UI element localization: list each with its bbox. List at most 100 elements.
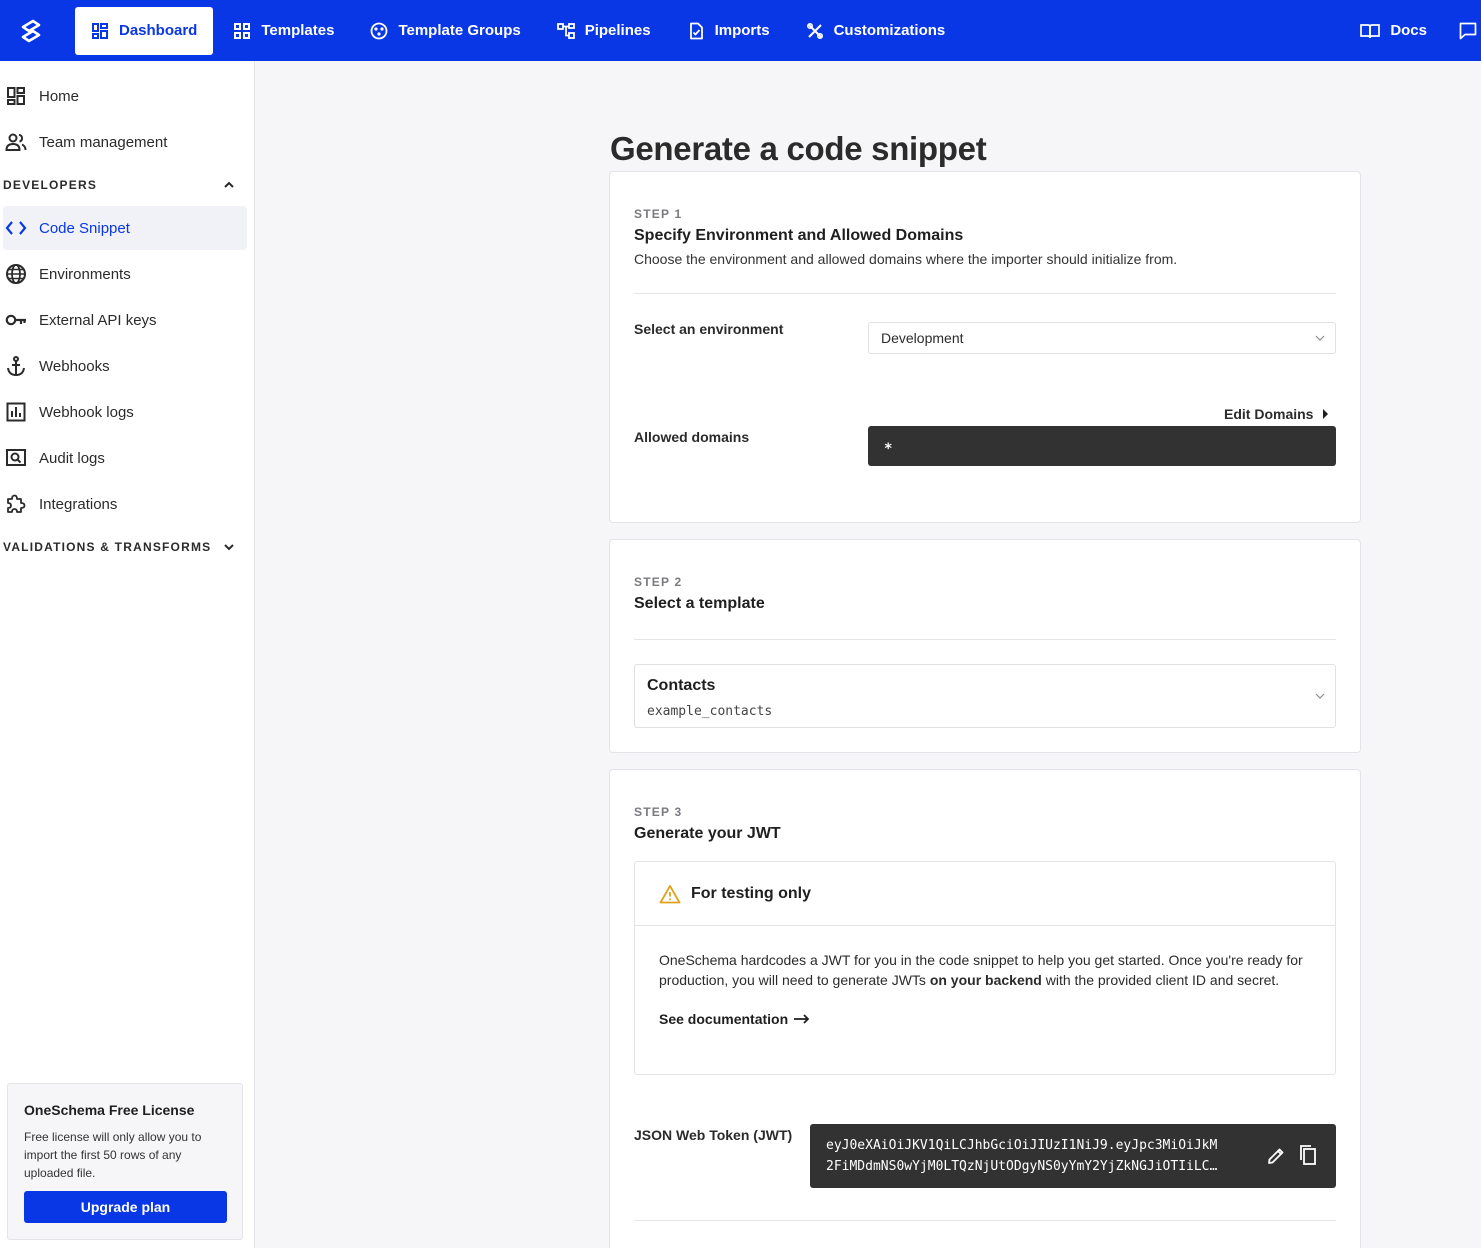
chevron-down-icon	[1315, 693, 1325, 699]
sidebar-item-integrations[interactable]: Integrations	[3, 482, 247, 526]
sidebar-item-environments[interactable]: Environments	[3, 252, 247, 296]
license-title: OneSchema Free License	[24, 1102, 195, 1118]
pipelines-icon	[556, 22, 575, 39]
chevron-down-icon	[224, 544, 234, 551]
template-key: example_contacts	[647, 704, 773, 719]
section-title: VALIDATIONS & TRANSFORMS	[3, 540, 212, 554]
template-name: Contacts	[647, 677, 716, 694]
sidebar-item-team-management[interactable]: Team management	[3, 120, 247, 164]
globe-icon	[6, 264, 26, 284]
divider	[634, 293, 1336, 294]
template-select[interactable]: Contacts example_contacts	[634, 664, 1336, 728]
nav-customizations[interactable]: Customizations	[790, 7, 962, 55]
environment-select[interactable]: Development	[868, 322, 1336, 354]
environment-value: Development	[881, 330, 964, 346]
page-title: Generate a code snippet	[610, 130, 987, 167]
nav-imports[interactable]: Imports	[671, 7, 786, 55]
chevron-down-icon	[1315, 335, 1325, 341]
caret-right-icon	[1323, 409, 1329, 419]
license-text: Free license will only allow you to impo…	[24, 1130, 202, 1180]
environment-label: Select an environment	[634, 321, 784, 337]
book-icon	[1360, 23, 1381, 38]
dashboard-icon	[92, 22, 108, 39]
sidebar-item-label: External API keys	[39, 311, 157, 329]
nav-template-groups[interactable]: Template Groups	[354, 7, 536, 55]
step3-label: STEP 3	[634, 805, 683, 819]
step2-title: Select a template	[634, 595, 765, 612]
nav-templates-label: Templates	[261, 22, 335, 39]
license-box: OneSchema Free License Free license will…	[7, 1083, 243, 1240]
jwt-box: eyJ0eXAiOiJKV1QiLCJhbGciOiJIUzI1NiJ9.eyJ…	[810, 1124, 1336, 1188]
see-documentation-link[interactable]: See documentation	[659, 1009, 1311, 1029]
jwt-line-2: 2FiMDdmNS0wYjM0LTQzNjUtODgyNS0yYmY2YjZkN…	[826, 1159, 1218, 1174]
nav-docs[interactable]: Docs	[1344, 7, 1443, 55]
logo-icon	[21, 19, 41, 42]
nav-pipelines-label: Pipelines	[584, 22, 651, 39]
copy-icon[interactable]	[1298, 1144, 1318, 1166]
sidebar-item-label: Webhooks	[39, 357, 110, 375]
warning-text: OneSchema hardcodes a JWT for you in the…	[659, 950, 1311, 990]
allowed-domains-value: *	[884, 441, 893, 457]
sidebar-item-label: Integrations	[39, 495, 118, 513]
step1-title: Specify Environment and Allowed Domains	[634, 227, 964, 244]
allowed-domains-label: Allowed domains	[634, 429, 750, 445]
sidebar-item-label: Webhook logs	[39, 403, 134, 421]
bar-chart-icon	[6, 402, 26, 422]
people-icon	[5, 133, 27, 151]
nav-docs-label: Docs	[1390, 22, 1427, 39]
key-icon	[5, 314, 26, 326]
warning-text-bold: on your backend	[929, 972, 1042, 988]
pencil-icon[interactable]	[1266, 1146, 1286, 1166]
nav-imports-label: Imports	[714, 22, 770, 39]
edit-domains-label: Edit Domains	[1224, 406, 1314, 422]
step3-card: STEP 3 Generate your JWT For testing onl…	[609, 769, 1361, 1248]
jwt-label: JSON Web Token (JWT)	[634, 1127, 793, 1143]
jwt-line-1: eyJ0eXAiOiJKV1QiLCJhbGciOiJIUzI1NiJ9.eyJ…	[826, 1138, 1218, 1153]
sidebar-item-code-snippet[interactable]: Code Snippet	[3, 206, 247, 250]
divider	[634, 639, 1336, 640]
allowed-domains-box: *	[868, 426, 1336, 466]
search-log-icon	[6, 449, 26, 466]
arrow-right-icon	[794, 1014, 810, 1024]
sidebar-section-validations[interactable]: VALIDATIONS & TRANSFORMS	[3, 535, 235, 559]
chevron-up-icon	[224, 181, 234, 188]
nav-feedback[interactable]	[1447, 7, 1481, 55]
warning-icon	[659, 884, 681, 903]
see-documentation-label: See documentation	[659, 1011, 789, 1027]
warning-title: For testing only	[691, 884, 811, 902]
step2-card: STEP 2 Select a template Contacts exampl…	[609, 539, 1361, 753]
sidebar-item-label: Audit logs	[39, 449, 105, 467]
section-title: DEVELOPERS	[3, 178, 98, 192]
sidebar-item-webhooks[interactable]: Webhooks	[3, 344, 247, 388]
nav-pipelines[interactable]: Pipelines	[541, 7, 667, 55]
step1-description: Choose the environment and allowed domai…	[634, 251, 1178, 267]
sidebar-item-webhook-logs[interactable]: Webhook logs	[3, 390, 247, 434]
warning-text-part2: with the provided client ID and secret.	[1041, 972, 1280, 988]
sidebar-item-label: Code Snippet	[39, 219, 130, 237]
home-grid-icon	[7, 87, 25, 105]
sidebar-item-home[interactable]: Home	[3, 74, 247, 118]
anchor-icon	[7, 356, 25, 377]
chat-icon	[1459, 22, 1477, 39]
sidebar-item-audit-logs[interactable]: Audit logs	[3, 436, 247, 480]
nav-template-groups-label: Template Groups	[398, 22, 521, 39]
nav-customizations-label: Customizations	[833, 22, 946, 39]
divider	[634, 1220, 1336, 1221]
upgrade-plan-button[interactable]: Upgrade plan	[24, 1191, 227, 1223]
nav-dashboard[interactable]: Dashboard	[75, 6, 214, 55]
sidebar: Home Team management DEVELOPERS Code Sni…	[0, 61, 255, 1248]
oneschema-logo[interactable]	[0, 0, 62, 61]
sidebar-section-developers[interactable]: DEVELOPERS	[3, 173, 235, 197]
nav-templates[interactable]: Templates	[217, 7, 350, 55]
edit-domains-link[interactable]: Edit Domains	[1224, 406, 1329, 422]
template-groups-icon	[371, 22, 388, 39]
customizations-icon	[806, 22, 823, 39]
grid-icon	[234, 22, 251, 39]
sidebar-item-label: Environments	[39, 265, 131, 283]
sidebar-item-external-api-keys[interactable]: External API keys	[3, 298, 247, 342]
step1-card: STEP 1 Specify Environment and Allowed D…	[609, 171, 1361, 523]
sidebar-item-label: Home	[39, 87, 80, 105]
jwt-value: eyJ0eXAiOiJKV1QiLCJhbGciOiJIUzI1NiJ9.eyJ…	[826, 1135, 1246, 1177]
puzzle-icon	[7, 494, 26, 513]
sidebar-item-label: Team management	[39, 133, 168, 151]
